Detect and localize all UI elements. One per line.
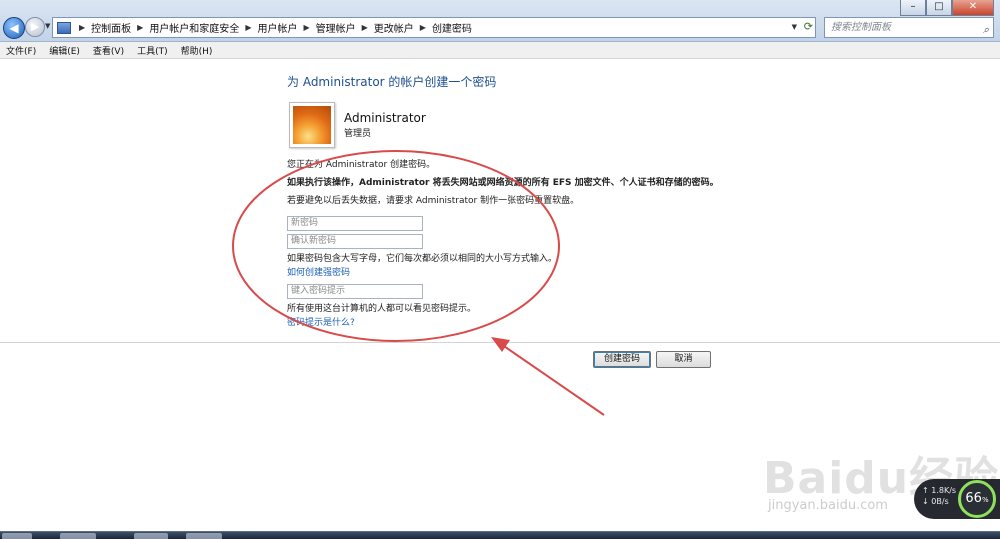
start-button[interactable] (2, 533, 32, 539)
breadcrumb-item-change-account[interactable]: 更改帐户 (374, 20, 414, 35)
maximize-button[interactable]: □ (926, 0, 952, 16)
breadcrumb-item-create-password[interactable]: 创建密码 (432, 20, 472, 35)
cancel-button[interactable]: 取消 (656, 351, 711, 368)
address-bar[interactable]: ▶ 控制面板 ▶ 用户帐户和家庭安全 ▶ 用户帐户 ▶ 管理帐户 ▶ 更改帐户 … (52, 17, 816, 38)
breadcrumb-item-user-accounts-family[interactable]: 用户帐户和家庭安全 (149, 20, 239, 35)
chevron-right-icon[interactable]: ▶ (79, 23, 85, 32)
usage-percent-unit: % (981, 496, 989, 504)
taskbar-item[interactable] (60, 533, 96, 539)
refresh-icon[interactable]: ⟳ (804, 20, 813, 33)
breadcrumb-item-user-accounts[interactable]: 用户帐户 (257, 20, 297, 35)
back-arrow-icon: ◀ (9, 21, 19, 35)
usage-percent: 66 (965, 491, 982, 506)
chevron-right-icon[interactable]: ▶ (420, 23, 426, 32)
account-role: 管理员 (344, 129, 372, 139)
breadcrumb-item-manage-accounts[interactable]: 管理帐户 (316, 20, 356, 35)
hint-visible-note: 所有使用这台计算机的人都可以看见密码提示。 (287, 304, 477, 314)
menu-file[interactable]: 文件(F) (6, 44, 36, 57)
menu-view[interactable]: 查看(V) (93, 44, 124, 57)
control-panel-icon (57, 21, 71, 34)
account-picture (289, 102, 335, 148)
search-input[interactable]: 搜索控制面板 ⌕ (824, 17, 994, 38)
close-button[interactable]: ✕ (952, 0, 994, 16)
minimize-button[interactable]: – (900, 0, 926, 16)
password-hint-field[interactable]: 键入密码提示 (287, 284, 423, 299)
chevron-right-icon[interactable]: ▶ (303, 23, 309, 32)
menu-tools[interactable]: 工具(T) (137, 44, 168, 57)
watermark-url: jingyan.baidu.com (768, 498, 888, 513)
reset-disk-hint-text: 若要避免以后丢失数据，请要求 Administrator 制作一张密码重置软盘。 (287, 196, 580, 206)
taskbar-item[interactable] (134, 533, 168, 539)
address-dropdown-icon[interactable]: ▼ (792, 23, 797, 31)
breadcrumb-item-control-panel[interactable]: 控制面板 (91, 20, 131, 35)
back-button[interactable]: ◀ (3, 17, 25, 39)
menu-edit[interactable]: 编辑(E) (49, 44, 80, 57)
memory-usage-gauge: 66% (958, 480, 996, 518)
password-hint-help-link[interactable]: 密码提示是什么? (287, 315, 355, 328)
flower-icon (293, 106, 331, 144)
strong-password-link[interactable]: 如何创建强密码 (287, 265, 350, 278)
search-icon[interactable]: ⌕ (983, 20, 989, 39)
divider (0, 342, 1000, 343)
menu-bar: 文件(F) 编辑(E) 查看(V) 工具(T) 帮助(H) (0, 42, 1000, 59)
account-name: Administrator (344, 111, 426, 125)
breadcrumb: ▶ 控制面板 ▶ 用户帐户和家庭安全 ▶ 用户帐户 ▶ 管理帐户 ▶ 更改帐户 … (73, 20, 472, 35)
window-titlebar: – □ ✕ ◀ ▶ ▼ ▶ 控制面板 ▶ 用户帐户和家庭安全 ▶ 用户帐户 ▶ … (0, 0, 1000, 42)
content-area: 为 Administrator 的帐户创建一个密码 Administrator … (0, 59, 1000, 505)
upload-speed: ↑ 1.8K/s (922, 486, 957, 495)
new-password-field[interactable]: 新密码 (287, 216, 423, 231)
chevron-right-icon[interactable]: ▶ (137, 23, 143, 32)
taskbar-item[interactable] (186, 533, 222, 539)
network-speed: ↑ 1.8K/s ↓ 0B/s (922, 485, 956, 507)
create-password-button[interactable]: 创建密码 (593, 351, 651, 368)
download-speed: ↓ 0B/s (922, 497, 949, 506)
forward-button[interactable]: ▶ (25, 17, 45, 37)
network-meter-widget[interactable]: ↑ 1.8K/s ↓ 0B/s 66% (914, 479, 1000, 519)
page-title: 为 Administrator 的帐户创建一个密码 (287, 75, 497, 89)
chevron-right-icon[interactable]: ▶ (245, 23, 251, 32)
window-controls: – □ ✕ (900, 0, 994, 16)
creating-password-text: 您正在为 Administrator 创建密码。 (287, 160, 436, 170)
menu-help[interactable]: 帮助(H) (181, 44, 213, 57)
case-sensitive-note: 如果密码包含大写字母，它们每次都必须以相同的大小写方式输入。 (287, 254, 558, 264)
efs-warning-text: 如果执行该操作，Administrator 将丢失网站或网络资源的所有 EFS … (287, 178, 719, 188)
chevron-right-icon[interactable]: ▶ (362, 23, 368, 32)
confirm-password-field[interactable]: 确认新密码 (287, 234, 423, 249)
search-placeholder: 搜索控制面板 (831, 22, 891, 33)
history-dropdown-icon[interactable]: ▼ (45, 22, 50, 30)
forward-arrow-icon: ▶ (30, 20, 40, 33)
taskbar (0, 531, 1000, 539)
